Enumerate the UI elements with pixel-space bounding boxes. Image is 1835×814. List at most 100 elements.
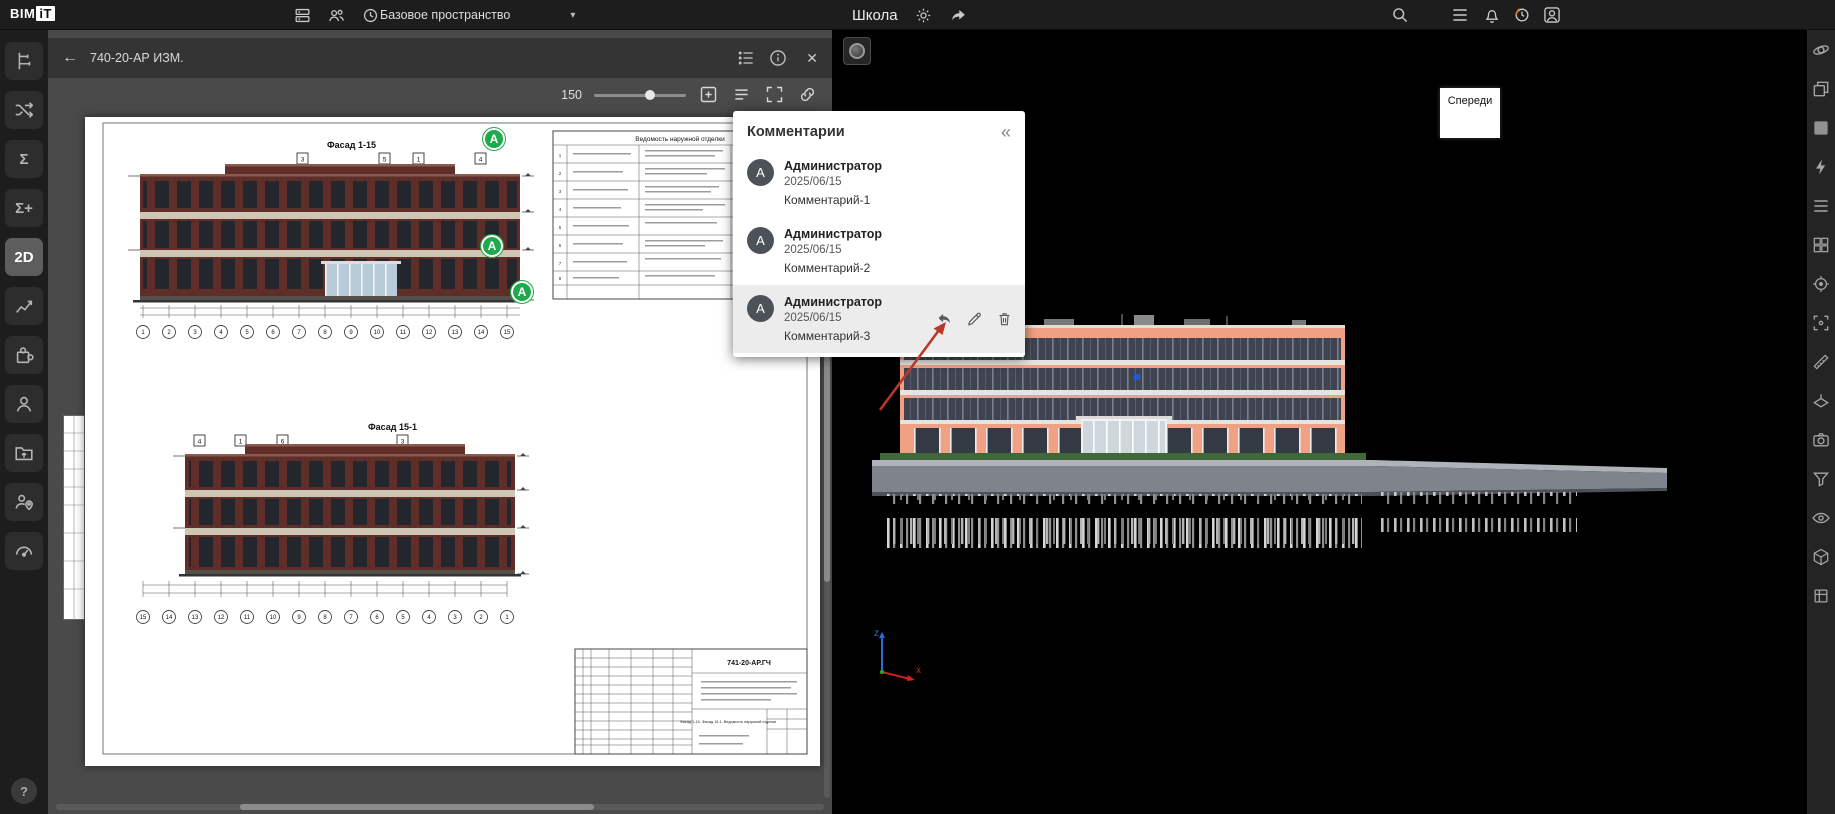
reply-icon[interactable] xyxy=(936,311,953,328)
shared-folder-tool[interactable] xyxy=(5,434,43,472)
comment-author: Администратор xyxy=(784,159,882,173)
svg-text:14: 14 xyxy=(166,615,173,621)
axis-x-label: x xyxy=(916,665,921,676)
view-2d-tool[interactable]: 2D xyxy=(5,238,43,276)
model-cube-icon[interactable] xyxy=(1811,547,1831,567)
zoom-toolbar: 150 xyxy=(561,84,818,105)
horizontal-scrollbar-thumb[interactable] xyxy=(240,804,593,810)
comment-date: 2025/06/15 xyxy=(784,312,882,324)
recent-activity-icon[interactable] xyxy=(1512,5,1532,25)
delete-icon[interactable] xyxy=(996,311,1013,328)
team-icon[interactable] xyxy=(327,6,346,25)
logo-bim: BIM xyxy=(10,6,35,21)
render-mode-icon[interactable] xyxy=(1811,118,1831,138)
comment-date: 2025/06/15 xyxy=(784,244,882,256)
avatar: A xyxy=(747,227,774,254)
edit-icon[interactable] xyxy=(966,311,983,328)
filter-icon[interactable] xyxy=(1811,469,1831,489)
fullscreen-icon[interactable] xyxy=(764,84,785,105)
focus-icon[interactable] xyxy=(1811,274,1831,294)
measure-icon[interactable] xyxy=(1811,352,1831,372)
explode-icon[interactable] xyxy=(1811,157,1831,177)
comment-date: 2025/06/15 xyxy=(784,176,882,188)
svg-text:5: 5 xyxy=(383,157,387,164)
topbar-left-icons xyxy=(293,0,380,30)
comment-text: Комментарий-1 xyxy=(784,193,882,207)
chevron-down-icon: ▾ xyxy=(570,10,575,21)
svg-text:4: 4 xyxy=(198,439,202,446)
zoom-fit-icon[interactable] xyxy=(1811,313,1831,333)
comment-marker-1[interactable]: A xyxy=(483,128,505,150)
share-icon[interactable] xyxy=(949,6,968,25)
properties-icon[interactable] xyxy=(1811,196,1831,216)
horizontal-scrollbar[interactable] xyxy=(56,804,824,810)
sum-tool[interactable]: Σ xyxy=(5,140,43,178)
navigation-widget[interactable] xyxy=(843,37,871,65)
users-tool[interactable] xyxy=(5,385,43,423)
profile-icon[interactable] xyxy=(1542,5,1562,25)
collapse-comments-icon[interactable]: « xyxy=(1001,125,1011,139)
zoom-slider-thumb[interactable] xyxy=(645,90,655,100)
help-button[interactable]: ? xyxy=(11,778,37,804)
svg-text:15: 15 xyxy=(504,330,511,336)
3d-annotation-pin[interactable] xyxy=(1134,374,1140,380)
plugins-tool[interactable] xyxy=(5,336,43,374)
foundation-piles xyxy=(884,492,1577,548)
info-icon[interactable] xyxy=(768,48,788,68)
storage-icon[interactable] xyxy=(293,6,312,25)
settings-gear-icon[interactable] xyxy=(914,6,933,25)
navigation-ball-icon xyxy=(849,43,865,59)
workspace-label: Базовое пространство xyxy=(380,8,510,22)
svg-text:10: 10 xyxy=(270,615,277,621)
titleblock-description: Фасад 1-15. Фасад 15-1. Ведомость наружн… xyxy=(680,720,776,724)
comment-item-2[interactable]: A Администратор 2025/06/15 Комментарий-2 xyxy=(733,217,1025,285)
workspace-selector[interactable]: Базовое пространство ▾ xyxy=(380,0,575,30)
menu-list-icon[interactable] xyxy=(1450,5,1470,25)
facade2-dimensions xyxy=(143,581,507,597)
dashboard-tool[interactable] xyxy=(5,532,43,570)
link-icon[interactable] xyxy=(797,84,818,105)
comment-item-3[interactable]: A Администратор 2025/06/15 Комментарий-3 xyxy=(733,285,1025,353)
sheet-list-icon[interactable] xyxy=(736,48,756,68)
drawing-panel-header: ← 740-20-АР ИЗМ. ✕ xyxy=(48,38,832,78)
camera-icon[interactable] xyxy=(1811,430,1831,450)
back-arrow-icon[interactable]: ← xyxy=(62,49,78,67)
connections-tool[interactable] xyxy=(5,91,43,129)
left-toolbar: Σ Σ+ 2D ? xyxy=(0,30,48,814)
svg-text:14: 14 xyxy=(478,330,485,336)
svg-text:10: 10 xyxy=(374,330,381,336)
structure-tool[interactable] xyxy=(5,42,43,80)
axis-z-label: z xyxy=(874,628,879,639)
add-frame-icon[interactable] xyxy=(698,84,719,105)
comment-marker-3[interactable]: A xyxy=(511,281,533,303)
visibility-icon[interactable] xyxy=(1811,508,1831,528)
bimit-logo[interactable]: BIMiT xyxy=(10,6,55,21)
viewcube-front-face[interactable]: Спереди xyxy=(1440,88,1500,138)
close-panel-icon[interactable]: ✕ xyxy=(806,50,818,67)
sheet-stamp-strip xyxy=(63,415,85,620)
analytics-tool[interactable] xyxy=(5,287,43,325)
isolate-icon[interactable] xyxy=(1811,586,1831,606)
comment-item-1[interactable]: A Администратор 2025/06/15 Комментарий-1 xyxy=(733,149,1025,217)
copy-view-icon[interactable] xyxy=(1811,79,1831,99)
comments-header: Комментарии « xyxy=(733,111,1025,149)
svg-text:11: 11 xyxy=(400,330,407,336)
comment-marker-2[interactable]: A xyxy=(481,235,503,257)
logo-it: iT xyxy=(36,6,55,21)
clip-plane-icon[interactable] xyxy=(1811,391,1831,411)
zoom-slider[interactable] xyxy=(594,88,686,102)
titleblock-code: 741-20-АР.ГЧ xyxy=(727,660,771,667)
right-toolbar xyxy=(1807,30,1835,814)
split-view-icon[interactable] xyxy=(1811,235,1831,255)
drawing-sheet[interactable]: Фасад 1-15 3 5 1 4 xyxy=(85,117,820,766)
sum-plus-tool[interactable]: Σ+ xyxy=(5,189,43,227)
orbit-icon[interactable] xyxy=(1811,40,1831,60)
view-list-icon[interactable] xyxy=(731,84,752,105)
history-icon[interactable] xyxy=(361,6,380,25)
comments-title: Комментарии xyxy=(747,124,845,140)
search-icon[interactable] xyxy=(1390,5,1410,25)
grass-strip xyxy=(880,453,1366,461)
notifications-bell-icon[interactable] xyxy=(1482,5,1502,25)
comment-author: Администратор xyxy=(784,227,882,241)
geo-users-tool[interactable] xyxy=(5,483,43,521)
